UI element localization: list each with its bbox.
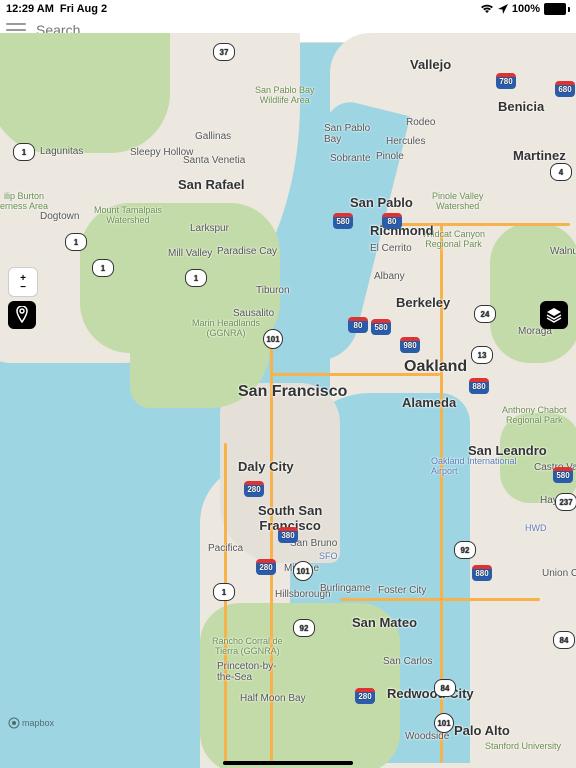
map-canvas[interactable]: San Pablo BayWildlife Area Mount Tamalpa… <box>0 43 576 768</box>
shield-ca1-d: 1 <box>185 269 207 287</box>
city-martinez: Martinez <box>513 148 566 163</box>
city-san-rafael: San Rafael <box>178 177 244 192</box>
road-92 <box>340 598 540 601</box>
shield-us101-c: 101 <box>434 713 454 733</box>
park-marin-headlands: Marin Headlands(GGNRA) <box>192 318 260 338</box>
shield-us101-a: 101 <box>263 329 283 349</box>
lbl-albany: Albany <box>374 271 405 282</box>
zoom-button[interactable]: +− <box>8 267 38 297</box>
city-oakland: Oakland <box>404 358 467 376</box>
lbl-dogtown: Dogtown <box>40 211 79 222</box>
lbl-walnut: Walnu <box>550 246 576 257</box>
shield-i880-b: 880 <box>472 565 492 581</box>
status-time: 12:29 AM <box>6 3 54 15</box>
shield-i280-c: 280 <box>355 688 375 704</box>
lbl-paradise-cay: Paradise Cay <box>217 246 277 257</box>
lbl-burlingame: Burlingame <box>320 583 371 594</box>
lbl-foster-city: Foster City <box>378 585 426 596</box>
lbl-gallinas: Gallinas <box>195 131 231 142</box>
city-san-mateo: San Mateo <box>352 615 417 630</box>
city-palo-alto: Palo Alto <box>454 723 510 738</box>
city-san-pablo: San Pablo <box>350 195 413 210</box>
airport-oak: Oakland InternationalAirport <box>431 456 517 476</box>
lbl-sobrante: Sobrante <box>330 153 371 164</box>
shield-i80: 80 <box>382 213 402 229</box>
park-burton: ilip Burtonerness Area <box>0 191 48 211</box>
wifi-icon <box>480 4 494 14</box>
shield-i680-a: 680 <box>555 81 575 97</box>
park-sanpablo-bay-wildlife: San Pablo BayWildlife Area <box>255 85 315 105</box>
lbl-hercules: Hercules <box>386 136 425 147</box>
shield-i880: 880 <box>469 378 489 394</box>
lbl-mill-valley: Mill Valley <box>168 248 212 259</box>
city-daly-city: Daly City <box>238 459 294 474</box>
shield-i280-a: 280 <box>244 481 264 497</box>
shield-i980: 980 <box>400 337 420 353</box>
greens-nw <box>0 33 170 153</box>
city-alameda: Alameda <box>402 395 456 410</box>
status-bar: 12:29 AM Fri Aug 2 100% <box>0 0 576 18</box>
greens-east <box>490 223 576 363</box>
lbl-lagunitas: Lagunitas <box>40 146 83 157</box>
park-chabot: Anthony ChabotRegional Park <box>502 405 567 425</box>
lbl-tiburon: Tiburon <box>256 285 290 296</box>
lbl-rodeo: Rodeo <box>406 117 435 128</box>
lbl-santa-venetia: Santa Venetia <box>183 155 245 166</box>
svg-text:−: − <box>20 282 26 291</box>
shield-ca1-b: 1 <box>65 233 87 251</box>
shield-us101-b: 101 <box>293 561 313 581</box>
map-attribution: mapbox <box>8 717 54 729</box>
lbl-san-carlos: San Carlos <box>383 656 432 667</box>
home-indicator[interactable] <box>223 761 353 765</box>
shield-i780: 780 <box>496 73 516 89</box>
airport-sfo: SFO <box>319 551 338 561</box>
city-vallejo: Vallejo <box>410 57 451 72</box>
shield-ca4: 4 <box>550 163 572 181</box>
status-date: Fri Aug 2 <box>60 3 107 15</box>
shield-ca1-e: 1 <box>213 583 235 601</box>
lbl-union-city: Union C <box>542 568 576 579</box>
location-arrow-icon <box>498 4 508 14</box>
battery-icon <box>544 3 570 15</box>
city-redwood: Redwood City <box>387 686 474 701</box>
road-280 <box>224 443 227 763</box>
lbl-half-moon-bay: Half Moon Bay <box>240 693 306 704</box>
shield-ca92-b: 92 <box>454 541 476 559</box>
shield-i280-b: 280 <box>256 559 276 575</box>
shield-ca92-a: 92 <box>293 619 315 637</box>
park-pinole-valley: Pinole ValleyWatershed <box>432 191 483 211</box>
shield-ca84-b: 84 <box>553 631 575 649</box>
battery-pct: 100% <box>512 3 540 15</box>
shield-ca238: 237 <box>555 493 576 511</box>
shield-ca24: 24 <box>474 305 496 323</box>
attribution-text: mapbox <box>22 718 54 728</box>
pin-button[interactable] <box>8 301 36 329</box>
shield-i80-b: 80 <box>348 317 368 333</box>
lbl-san-pablo-bay: San PabloBay <box>324 123 370 145</box>
lbl-el-cerrito: El Cerrito <box>370 243 412 254</box>
shield-ca1-a: 1 <box>13 143 35 161</box>
shield-ca13: 13 <box>471 346 493 364</box>
city-benicia: Benicia <box>498 99 544 114</box>
lbl-princeton: Princeton-by-the-Sea <box>217 661 276 683</box>
lbl-stanford: Stanford University <box>485 741 561 751</box>
park-tamalpais: Mount TamalpaisWatershed <box>94 205 162 225</box>
shield-i380: 380 <box>278 527 298 543</box>
park-rancho-corral: Rancho Corral deTierra (GGNRA) <box>212 636 283 656</box>
shield-i580-c: 580 <box>553 467 573 483</box>
shield-ca1-c: 1 <box>92 259 114 277</box>
lbl-sausalito: Sausalito <box>233 308 274 319</box>
lbl-pacifica: Pacifica <box>208 543 243 554</box>
shield-i580-a: 580 <box>333 213 353 229</box>
city-berkeley: Berkeley <box>396 295 450 310</box>
shield-i580-b: 580 <box>371 319 391 335</box>
city-san-francisco: San Francisco <box>238 383 347 401</box>
airport-hwd: HWD <box>525 523 547 533</box>
lbl-larkspur: Larkspur <box>190 223 229 234</box>
shield-ca37: 37 <box>213 43 235 61</box>
lbl-pinole: Pinole <box>376 151 404 162</box>
layers-button[interactable] <box>540 301 568 329</box>
shield-ca84-a: 84 <box>434 679 456 697</box>
